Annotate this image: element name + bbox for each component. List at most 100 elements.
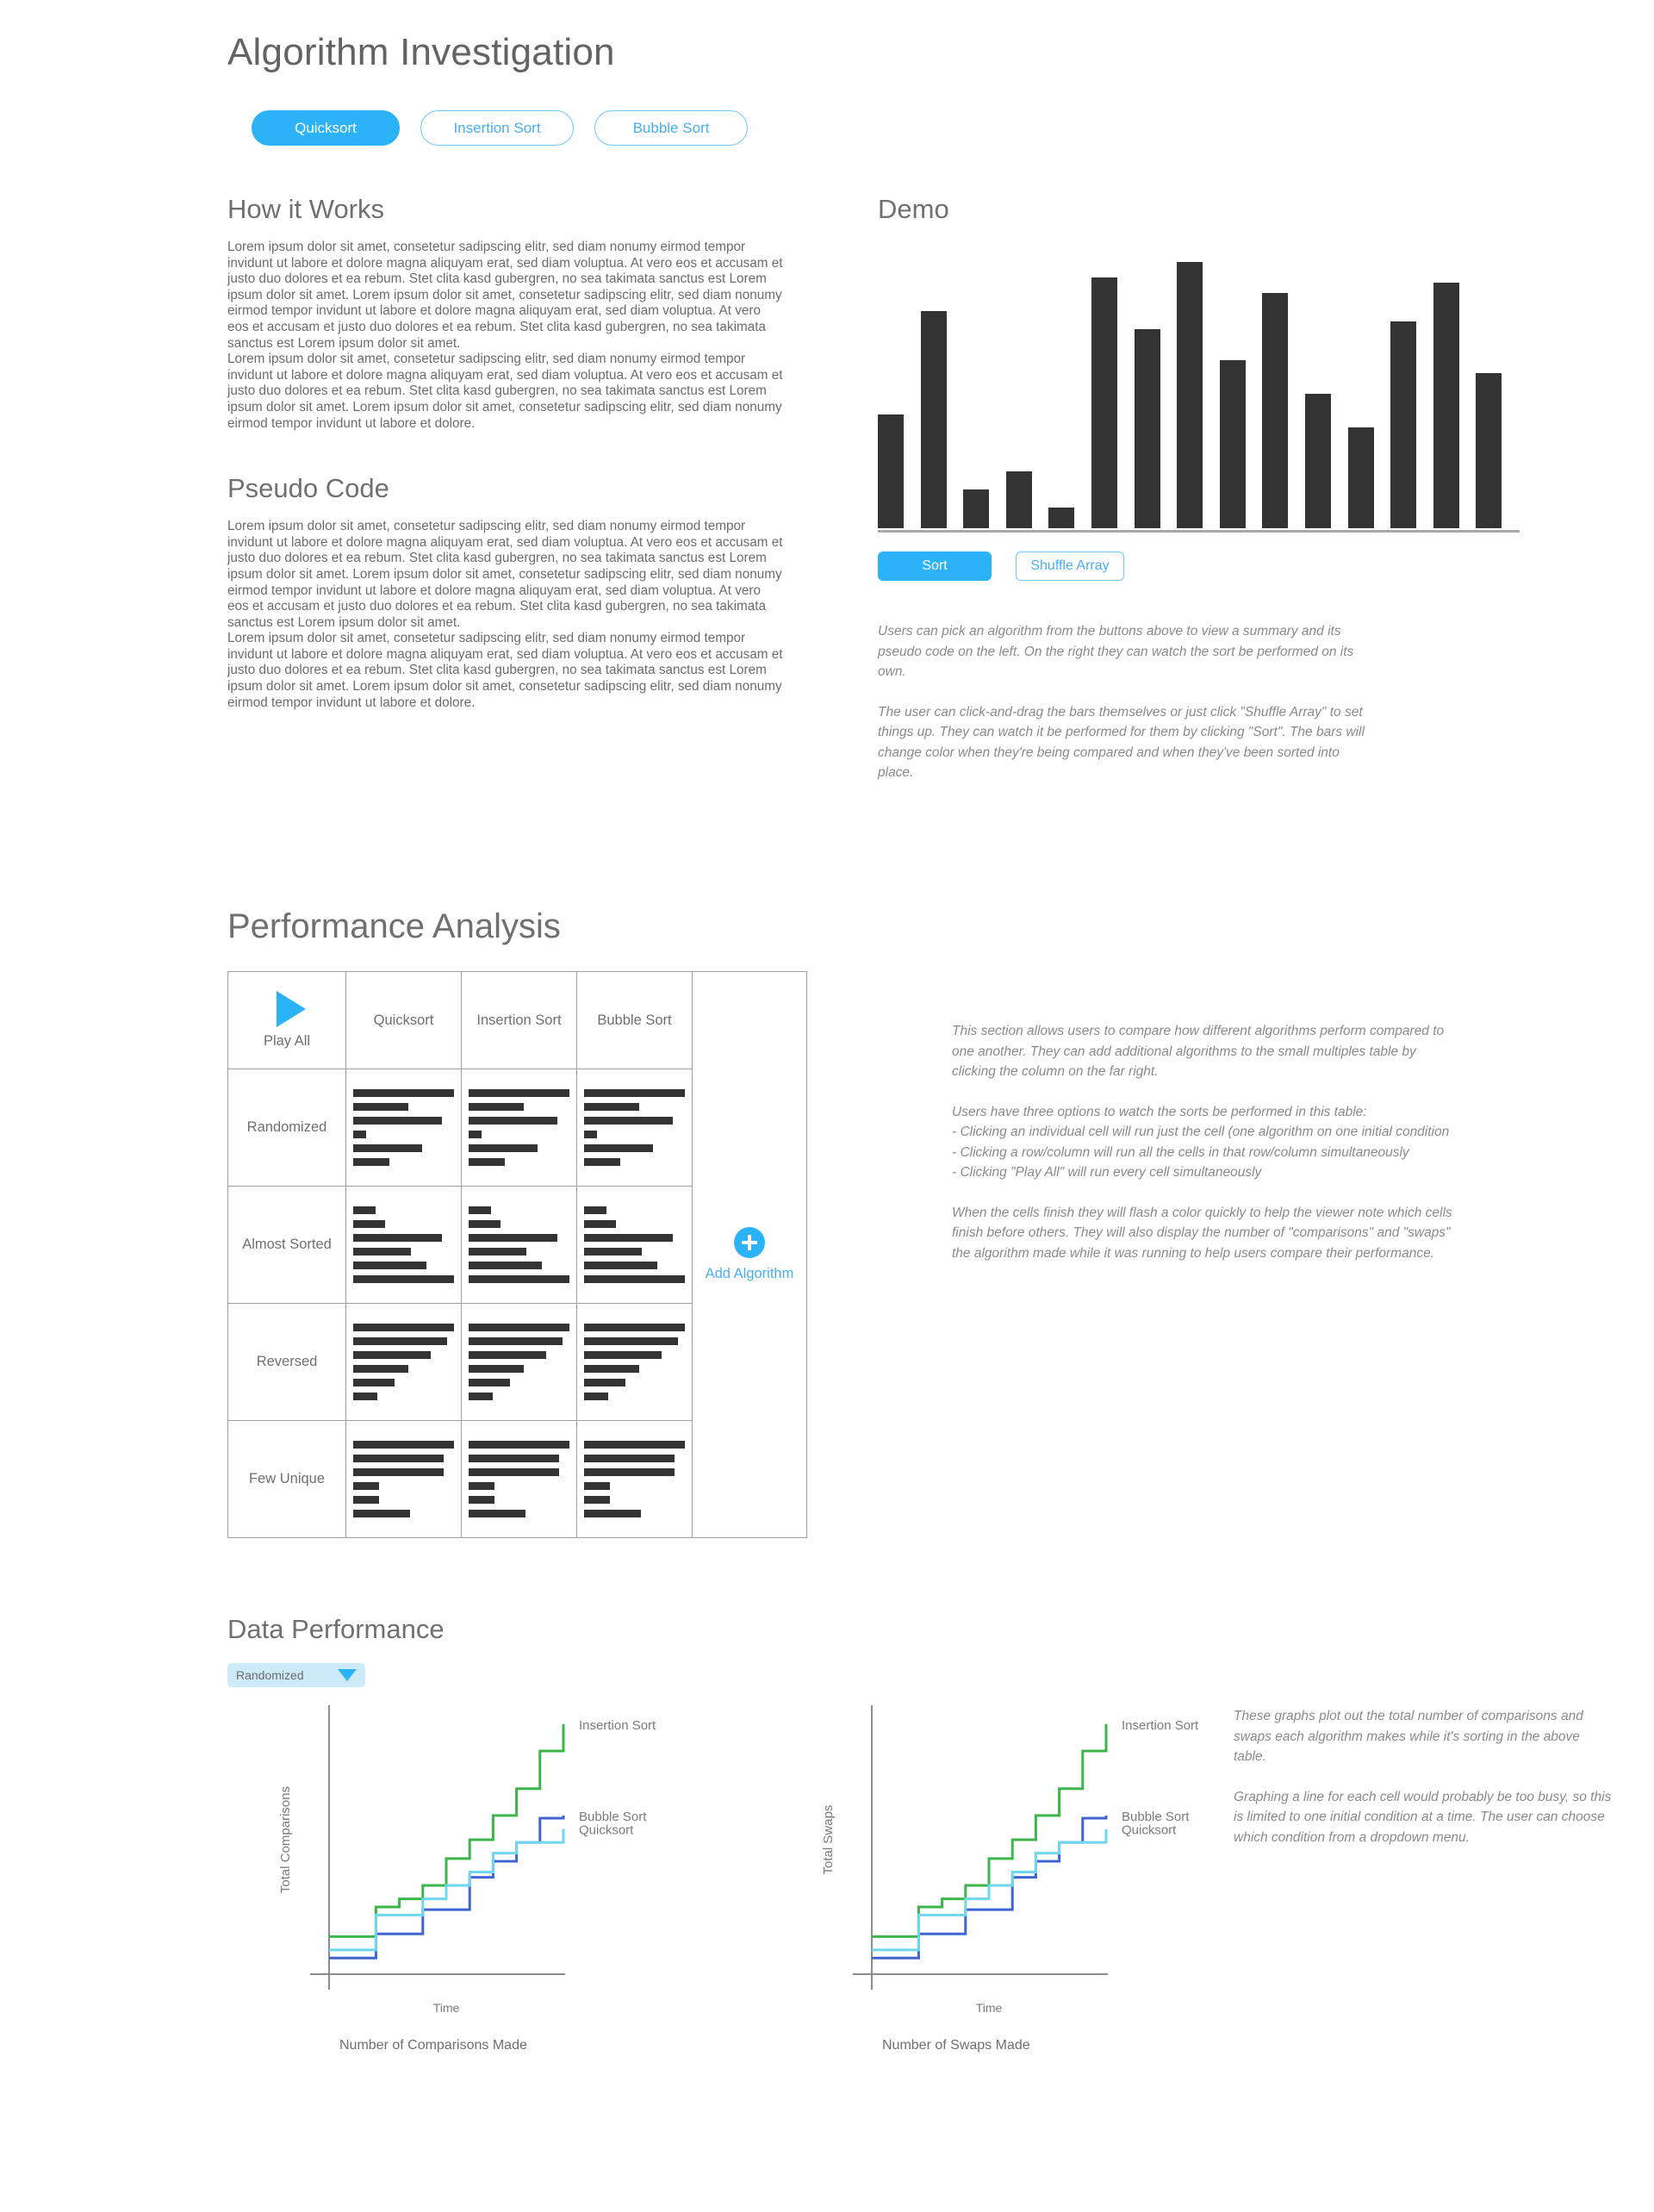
demo-bar-slot bbox=[1304, 244, 1348, 528]
mini-bar bbox=[469, 1482, 495, 1490]
page-title: Algorithm Investigation bbox=[227, 31, 615, 73]
mini-bar bbox=[469, 1089, 569, 1097]
demo-bar-slot bbox=[878, 244, 921, 528]
demo-bar-slot bbox=[1262, 244, 1305, 528]
demo-bar[interactable] bbox=[963, 489, 990, 528]
mini-bar bbox=[353, 1337, 447, 1345]
demo-bar[interactable] bbox=[1476, 373, 1502, 528]
row-header-almost-sorted[interactable]: Almost Sorted bbox=[227, 1186, 346, 1304]
cell-few-unique-insertion-sort[interactable] bbox=[461, 1420, 577, 1538]
shuffle-array-button[interactable]: Shuffle Array bbox=[1016, 551, 1124, 581]
cell-reversed-quicksort[interactable] bbox=[345, 1303, 462, 1421]
mini-bar bbox=[469, 1158, 506, 1166]
mini-bar bbox=[469, 1468, 560, 1476]
cell-almost-sorted-insertion-sort[interactable] bbox=[461, 1186, 577, 1304]
tab-insertion-sort[interactable]: Insertion Sort bbox=[420, 110, 574, 146]
demo-bar-slot bbox=[1390, 244, 1433, 528]
mini-bar-chart bbox=[346, 1421, 461, 1537]
mini-bar bbox=[584, 1144, 653, 1152]
mini-bar-chart bbox=[577, 1304, 692, 1420]
performance-note-2: Users have three options to watch the so… bbox=[952, 1104, 1450, 1181]
mini-bar-chart bbox=[462, 1421, 576, 1537]
mini-bar bbox=[469, 1206, 491, 1214]
tab-bubble-sort[interactable]: Bubble Sort bbox=[594, 110, 748, 146]
cell-randomized-insertion-sort[interactable] bbox=[461, 1069, 577, 1187]
mini-bar bbox=[584, 1337, 678, 1345]
mini-bar bbox=[584, 1234, 673, 1242]
row-header-randomized[interactable]: Randomized bbox=[227, 1069, 346, 1187]
plus-icon bbox=[734, 1227, 765, 1258]
demo-bar[interactable] bbox=[1433, 283, 1459, 528]
row-header-few-unique[interactable]: Few Unique bbox=[227, 1420, 346, 1538]
add-algorithm-button[interactable]: Add Algorithm bbox=[692, 971, 807, 1538]
demo-bar-slot bbox=[1177, 244, 1220, 528]
demo-bar-slot bbox=[1219, 244, 1263, 528]
demo-bar-slot bbox=[963, 244, 1006, 528]
sort-button[interactable]: Sort bbox=[878, 551, 992, 581]
mini-bar bbox=[353, 1275, 454, 1283]
demo-note-2: The user can click-and-drag the bars the… bbox=[878, 704, 1365, 781]
demo-bar[interactable] bbox=[1048, 508, 1075, 528]
mini-bar bbox=[469, 1365, 525, 1373]
demo-bar-slot bbox=[1347, 244, 1391, 528]
mini-bar bbox=[353, 1158, 390, 1166]
mini-bar bbox=[469, 1379, 510, 1386]
chart-canvas: Insertion Sort Bubble SortQuicksort Total … bbox=[278, 1705, 656, 2015]
demo-bar[interactable] bbox=[1390, 321, 1417, 528]
mini-bar bbox=[353, 1510, 410, 1517]
demo-bar[interactable] bbox=[920, 311, 947, 528]
play-icon bbox=[276, 991, 306, 1027]
mini-bar bbox=[469, 1324, 569, 1331]
cell-few-unique-bubble-sort[interactable] bbox=[576, 1420, 693, 1538]
note-spacer bbox=[1234, 1767, 1613, 1787]
demo-bar[interactable] bbox=[1304, 394, 1331, 528]
performance-note-3: When the cells finish they will flash a … bbox=[952, 1205, 1452, 1261]
mini-bar bbox=[584, 1206, 606, 1214]
demo-bar[interactable] bbox=[1177, 262, 1203, 528]
sort-button-label: Sort bbox=[922, 558, 948, 573]
column-header-bubble-sort[interactable]: Bubble Sort bbox=[576, 971, 693, 1069]
demo-bar[interactable] bbox=[878, 414, 904, 528]
cell-reversed-insertion-sort[interactable] bbox=[461, 1303, 577, 1421]
demo-bar-chart[interactable] bbox=[878, 244, 1520, 528]
demo-bar[interactable] bbox=[1347, 427, 1374, 528]
cell-almost-sorted-quicksort[interactable] bbox=[345, 1186, 462, 1304]
series-line-insertion-sort bbox=[872, 1723, 1108, 1938]
mini-bar bbox=[584, 1324, 685, 1331]
performance-analysis-title: Performance Analysis bbox=[227, 907, 561, 945]
demo-bar-slot bbox=[1048, 244, 1091, 528]
mini-bar bbox=[353, 1089, 454, 1097]
demo-bar[interactable] bbox=[1134, 329, 1160, 528]
cell-randomized-quicksort[interactable] bbox=[345, 1069, 462, 1187]
tab-quicksort[interactable]: Quicksort bbox=[252, 110, 400, 146]
cell-randomized-bubble-sort[interactable] bbox=[576, 1069, 693, 1187]
mini-bar bbox=[584, 1468, 675, 1476]
demo-bar[interactable] bbox=[1091, 277, 1117, 528]
swaps-chart: Insertion Sort Bubble Sort Quicksort Total … bbox=[770, 1693, 1253, 2053]
cell-reversed-bubble-sort[interactable] bbox=[576, 1303, 693, 1421]
initial-condition-dropdown[interactable]: Randomized bbox=[227, 1663, 365, 1687]
legend-label-quicksort: Quicksort bbox=[1122, 1823, 1177, 1838]
demo-bar[interactable] bbox=[1219, 360, 1246, 528]
series-line-quicksort bbox=[872, 1829, 1108, 1952]
row-header-reversed[interactable]: Reversed bbox=[227, 1303, 346, 1421]
demo-bar[interactable] bbox=[1005, 471, 1032, 528]
mini-bar-chart bbox=[346, 1069, 461, 1186]
column-header-quicksort[interactable]: Quicksort bbox=[345, 971, 462, 1069]
chart-caption: Number of Comparisons Made bbox=[339, 2038, 527, 2053]
mini-bar-chart bbox=[462, 1304, 576, 1420]
mini-bar bbox=[469, 1496, 495, 1504]
data-performance-title: Data Performance bbox=[227, 1614, 445, 1644]
mini-bar bbox=[353, 1365, 409, 1373]
legend-label-bubble-sort: Bubble Sort bbox=[579, 1810, 647, 1824]
mini-bar bbox=[353, 1468, 445, 1476]
mini-bar bbox=[584, 1220, 617, 1228]
demo-button-group: Sort Shuffle Array bbox=[878, 551, 1533, 581]
mini-bar-chart bbox=[577, 1187, 692, 1303]
cell-few-unique-quicksort[interactable] bbox=[345, 1420, 462, 1538]
demo-bar[interactable] bbox=[1262, 293, 1289, 528]
how-it-works-body: Lorem ipsum dolor sit amet, consetetur s… bbox=[227, 240, 783, 351]
column-header-insertion-sort[interactable]: Insertion Sort bbox=[461, 971, 577, 1069]
play-all-button[interactable]: Play All bbox=[227, 971, 346, 1069]
cell-almost-sorted-bubble-sort[interactable] bbox=[576, 1186, 693, 1304]
